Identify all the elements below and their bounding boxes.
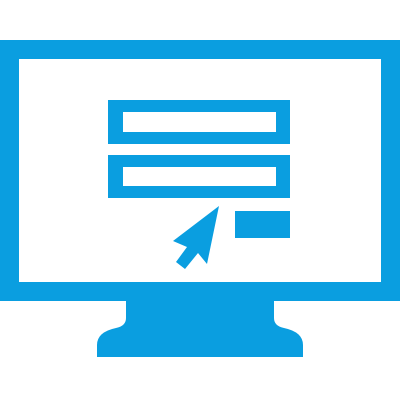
monitor-stand: [97, 301, 303, 357]
form-field-2-inner: [123, 167, 276, 186]
submit-button: [235, 211, 290, 238]
computer-monitor-form-icon: [0, 40, 400, 357]
icon-canvas: [0, 0, 400, 400]
form-field-1-inner: [123, 112, 276, 132]
